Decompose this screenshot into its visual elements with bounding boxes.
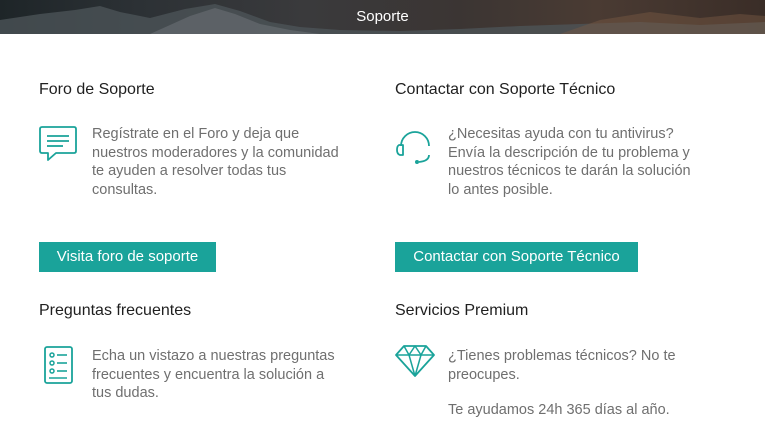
forum-desc-line: te ayuden a resolver todas tus: [92, 163, 287, 179]
contact-desc-line: ¿Necesitas ayuda con tu antivirus?: [448, 126, 674, 142]
checklist-icon: [44, 346, 73, 384]
page-title: Soporte: [356, 8, 409, 25]
faq-desc-line: tus dudas.: [92, 385, 159, 401]
contact-desc-line: Envía la descripción de tu problema y: [448, 144, 690, 161]
diamond-icon: [395, 345, 435, 377]
faq-desc-line: frecuentes y encuentra la solución a: [92, 366, 325, 383]
contact-description: ¿Necesitas ayuda con tu antivirus? Envía…: [448, 125, 691, 199]
premium-availability-text: Te ayudamos 24h 365 días al año.: [448, 402, 670, 418]
chat-bubble-icon: [39, 126, 77, 161]
headset-icon: [396, 131, 430, 164]
contact-desc-line: lo antes posible.: [448, 181, 553, 198]
forum-desc-line: consultas.: [92, 181, 158, 198]
forum-description: Regístrate en el Foro y deja que nuestro…: [92, 125, 339, 199]
visit-forum-button[interactable]: Visita foro de soporte: [39, 242, 216, 272]
premium-section-title: Servicios Premium: [395, 302, 529, 319]
premium-description: ¿Tienes problemas técnicos? No te preocu…: [448, 347, 676, 384]
faq-section-title: Preguntas frecuentes: [39, 302, 192, 319]
contact-section-title: Contactar con Soporte Técnico: [395, 81, 616, 98]
forum-desc-line: nuestros moderadores y la comunidad: [92, 144, 339, 161]
page-header: Soporte: [0, 0, 765, 34]
contact-desc-line: nuestros técnicos te darán la solución: [448, 163, 691, 179]
faq-desc-line: Echa un vistazo a nuestras preguntas: [92, 348, 335, 364]
forum-desc-line: Regístrate en el Foro y deja que: [92, 126, 300, 142]
contact-support-button[interactable]: Contactar con Soporte Técnico: [395, 242, 638, 272]
premium-desc-line: ¿Tienes problemas técnicos? No te: [448, 348, 676, 364]
premium-desc-line: preocupes.: [448, 366, 520, 383]
forum-section-title: Foro de Soporte: [39, 81, 155, 98]
faq-description: Echa un vistazo a nuestras preguntas fre…: [92, 347, 335, 403]
